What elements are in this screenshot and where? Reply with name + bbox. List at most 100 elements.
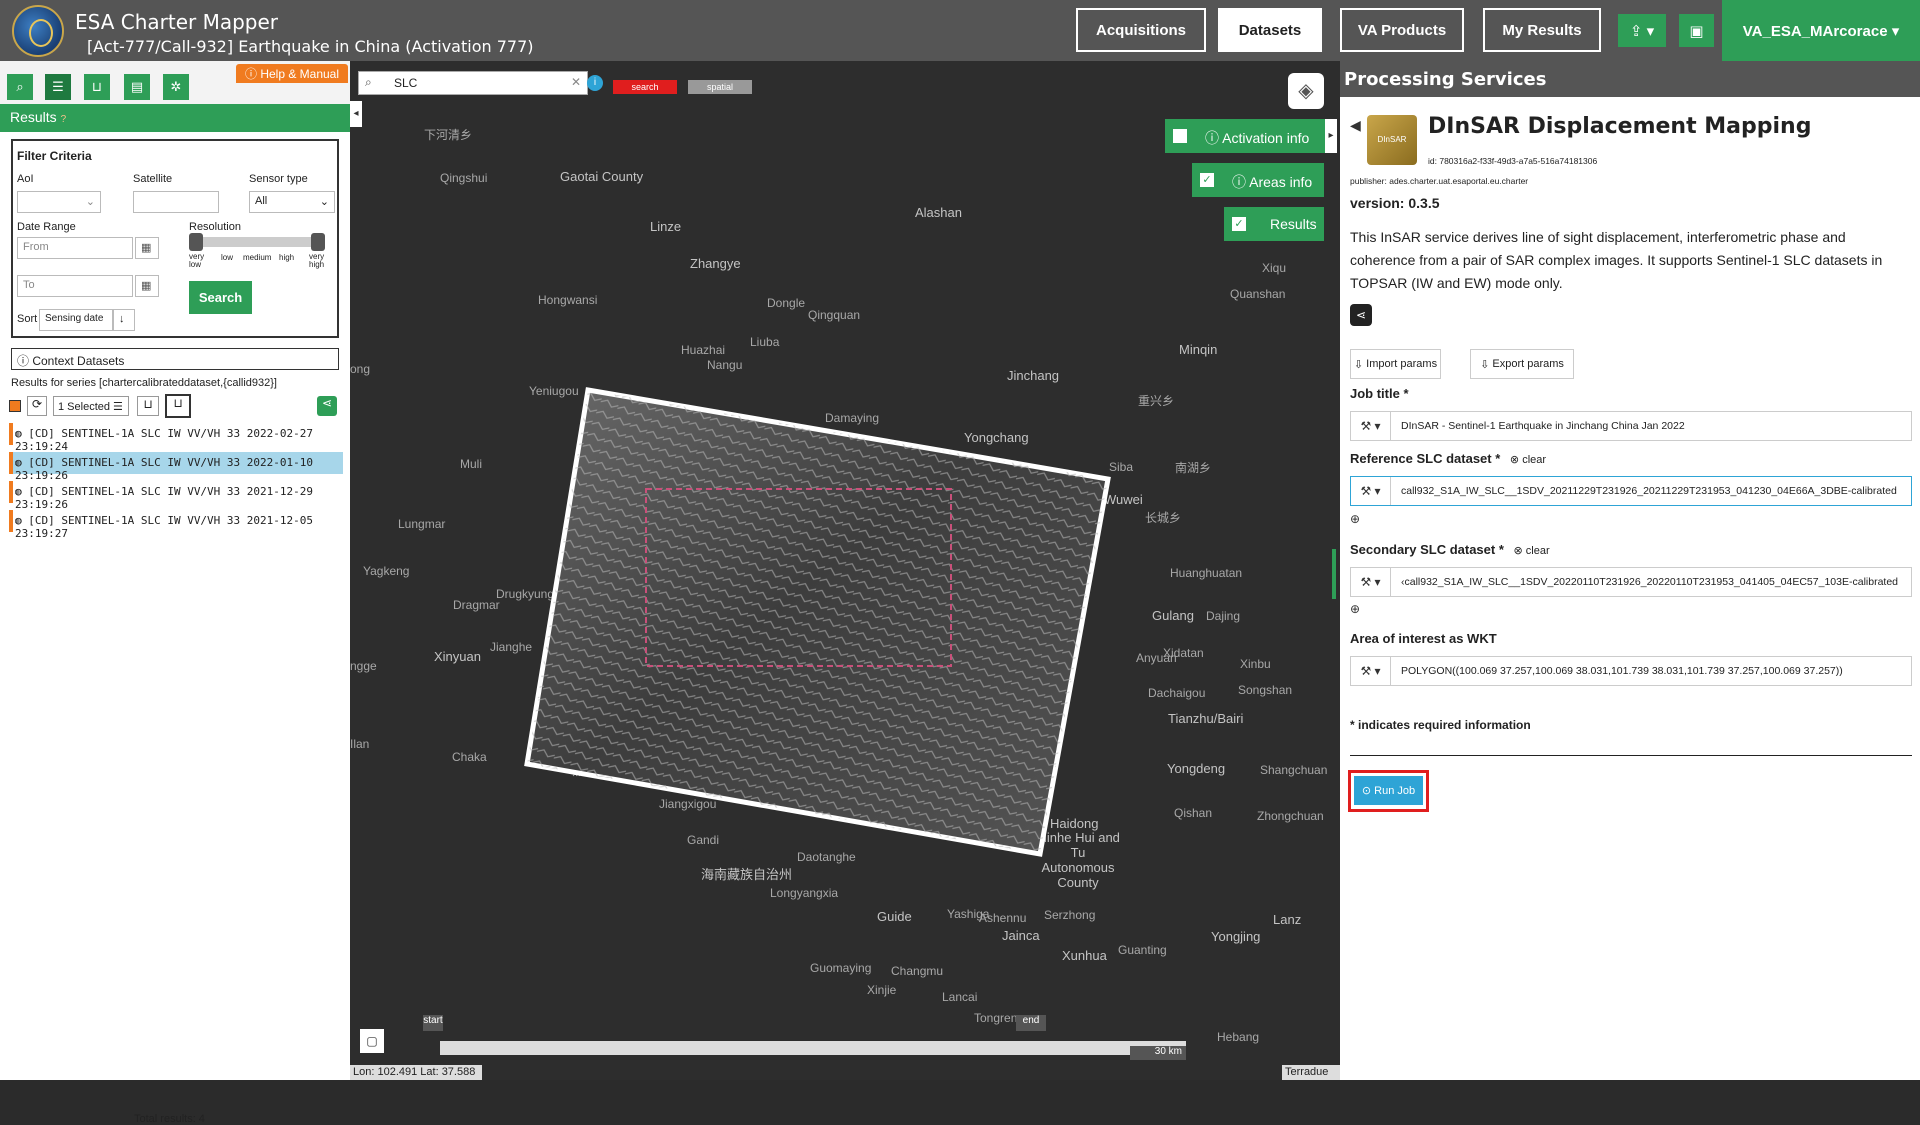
- wand-icon[interactable]: ⚒ ▾: [1351, 657, 1391, 685]
- run-job-highlight: ⊙ Run Job: [1348, 770, 1429, 812]
- wand-icon[interactable]: ⚒ ▾: [1351, 477, 1391, 505]
- resolution-tick: low: [221, 253, 234, 262]
- sort-label: Sort: [17, 313, 38, 325]
- aoi-wkt-input[interactable]: ⚒ ▾ POLYGON((100.069 37.257,100.069 38.03…: [1350, 656, 1912, 686]
- result-item[interactable]: ◍ [CD] SENTINEL-1A SLC IW VV/VH 33 2022-…: [9, 423, 343, 453]
- job-title-label: Job title *: [1350, 386, 1409, 401]
- result-item[interactable]: ◍ [CD] SENTINEL-1A SLC IW VV/VH 33 2021-…: [9, 481, 343, 511]
- upload-button[interactable]: ⇪ ▾: [1618, 14, 1666, 47]
- series-text: Results for series [chartercalibrateddat…: [11, 377, 277, 389]
- search-tool-icon[interactable]: ⌕: [7, 74, 33, 100]
- fullscreen-icon[interactable]: ▢: [360, 1029, 384, 1053]
- clear-label: clear: [1522, 454, 1547, 466]
- date-from-input[interactable]: From: [17, 237, 133, 259]
- job-title-input[interactable]: ⚒ ▾ DInSAR - Sentinel-1 Earthquake in Jin…: [1350, 411, 1912, 441]
- nav-acquisitions[interactable]: Acquisitions: [1076, 8, 1206, 52]
- share-icon[interactable]: ⋖: [1350, 304, 1372, 326]
- timeline-bar[interactable]: [440, 1041, 1186, 1055]
- upload-icon: ⇪ ▾: [1629, 22, 1655, 40]
- globe-icon: ◍: [15, 485, 29, 498]
- esa-charter-logo[interactable]: [12, 5, 64, 57]
- nav-my-results[interactable]: My Results: [1483, 8, 1601, 52]
- result-item[interactable]: ◍ [CD] SENTINEL-1A SLC IW VV/VH 33 2022-…: [9, 452, 343, 482]
- run-job-button[interactable]: ⊙ Run Job: [1354, 776, 1423, 805]
- resolution-tick: very low: [189, 252, 205, 269]
- sensor-type-select[interactable]: All ⌄: [249, 191, 335, 213]
- top-bar: ESA Charter Mapper [Act-777/Call-932] Ea…: [0, 0, 1920, 61]
- selected-dropdown[interactable]: 1 Selected ☰: [53, 396, 129, 416]
- aoi-select[interactable]: ⌄: [17, 191, 101, 213]
- basket-icon[interactable]: ⊔: [165, 394, 191, 418]
- list-tool-icon[interactable]: ☰: [45, 74, 71, 100]
- results-header: Results ?: [0, 104, 350, 132]
- satellite-label: Satellite: [133, 173, 173, 185]
- import-params-button[interactable]: ⇩ Import params: [1350, 349, 1441, 379]
- date-to-input[interactable]: To: [17, 275, 133, 297]
- archive-tool-icon[interactable]: ▤: [124, 74, 150, 100]
- wand-icon[interactable]: ⚒ ▾: [1351, 568, 1391, 596]
- resolution-tick: high: [279, 253, 295, 262]
- back-chevron-icon[interactable]: ◀: [1350, 117, 1361, 134]
- add-secondary-icon[interactable]: ⊕: [1350, 602, 1360, 616]
- total-results: Total results: 4: [134, 1113, 205, 1125]
- add-reference-icon[interactable]: ⊕: [1350, 512, 1360, 526]
- secondary-slc-input[interactable]: ⚒ ▾ ‹call932_S1A_IW_SLC__1SDV_20220110T23…: [1350, 567, 1912, 597]
- scale-bar: 30 km: [1130, 1046, 1186, 1060]
- map-view[interactable]: ◂ ⌕ SLC ✕ i search spatial ◈ ⓘ Activation …: [350, 61, 1340, 1080]
- aoi-wkt-value: POLYGON((100.069 37.257,100.069 38.031,1…: [1401, 665, 1843, 677]
- clear-link[interactable]: ⊗ clear: [1514, 545, 1550, 557]
- import-params-label: Import params: [1366, 358, 1438, 370]
- resolution-slider-min[interactable]: [189, 233, 203, 251]
- refresh-icon[interactable]: ⟳: [27, 396, 47, 416]
- sar-footprint-layer: [524, 387, 1111, 857]
- sort-select[interactable]: Sensing date: [39, 309, 113, 331]
- nav-datasets[interactable]: Datasets: [1218, 8, 1322, 52]
- basket-tool-icon[interactable]: ⊔: [84, 74, 110, 100]
- chevron-down-icon: ⌄: [319, 196, 329, 208]
- info-icon: ⓘ: [244, 67, 261, 81]
- result-label: [CD] SENTINEL-1A SLC IW VV/VH 33 2022-01…: [15, 456, 314, 482]
- select-all-checkbox[interactable]: [9, 400, 21, 412]
- service-description: This InSAR service derives line of sight…: [1350, 229, 1883, 291]
- settings-tool-icon[interactable]: ✲: [163, 74, 189, 100]
- service-id: id: 780316a2-f33f-49d3-a7a5-516a74181306: [1428, 156, 1598, 166]
- clear-link[interactable]: ⊗ clear: [1510, 454, 1546, 466]
- play-icon: ⊙: [1361, 785, 1375, 797]
- secondary-slc-label-text: Secondary SLC dataset *: [1350, 542, 1504, 557]
- divider: [1350, 755, 1912, 756]
- activation-title: [Act-777/Call-932] Earthquake in China (…: [87, 37, 534, 56]
- context-datasets[interactable]: ⓘ Context Datasets: [11, 348, 339, 370]
- sensor-type-label: Sensor type: [249, 173, 308, 185]
- share-icon[interactable]: ⋖: [317, 396, 337, 416]
- reference-slc-input[interactable]: ⚒ ▾ call932_S1A_IW_SLC__1SDV_20211229T231…: [1350, 476, 1912, 506]
- help-manual-button[interactable]: ⓘ Help & Manual: [236, 64, 348, 83]
- sort-direction-icon[interactable]: ↓: [113, 309, 135, 331]
- aoi-label: AoI: [17, 173, 34, 185]
- nav-va-products[interactable]: VA Products: [1340, 8, 1464, 52]
- resolution-label: Resolution: [189, 221, 241, 233]
- result-label: [CD] SENTINEL-1A SLC IW VV/VH 33 2022-02…: [15, 427, 314, 453]
- add-basket-icon[interactable]: ⊔: [137, 396, 159, 416]
- wand-icon[interactable]: ⚒ ▾: [1351, 412, 1391, 440]
- help-label: Help & Manual: [260, 66, 340, 81]
- selected-label: 1 Selected: [58, 401, 110, 413]
- user-menu[interactable]: VA_ESA_MArcorace ▾: [1722, 0, 1920, 61]
- calendar-icon[interactable]: ▦: [135, 275, 159, 297]
- service-logo: DInSAR: [1367, 115, 1417, 165]
- result-item[interactable]: ◍ [CD] SENTINEL-1A SLC IW VV/VH 33 2021-…: [9, 510, 343, 540]
- help-icon: ?: [60, 114, 67, 125]
- globe-icon: ◍: [15, 456, 29, 469]
- timeline-start-label: start: [423, 1015, 443, 1031]
- service-publisher: publisher: ades.charter.uat.esaportal.eu…: [1350, 176, 1529, 186]
- search-button[interactable]: Search: [189, 281, 252, 314]
- export-params-button[interactable]: ⇩ Export params: [1470, 349, 1574, 379]
- briefcase-icon: ▣: [1689, 22, 1704, 40]
- calendar-icon[interactable]: ▦: [135, 237, 159, 259]
- resolution-slider-max[interactable]: [311, 233, 325, 251]
- attribution: Terradue: [1282, 1065, 1340, 1080]
- panel-resize-handle[interactable]: [1332, 549, 1336, 599]
- secondary-slc-label: Secondary SLC dataset * ⊗ clear: [1350, 542, 1550, 557]
- resolution-tick: medium: [243, 253, 272, 262]
- satellite-input[interactable]: [133, 191, 219, 213]
- briefcase-button[interactable]: ▣: [1679, 14, 1714, 47]
